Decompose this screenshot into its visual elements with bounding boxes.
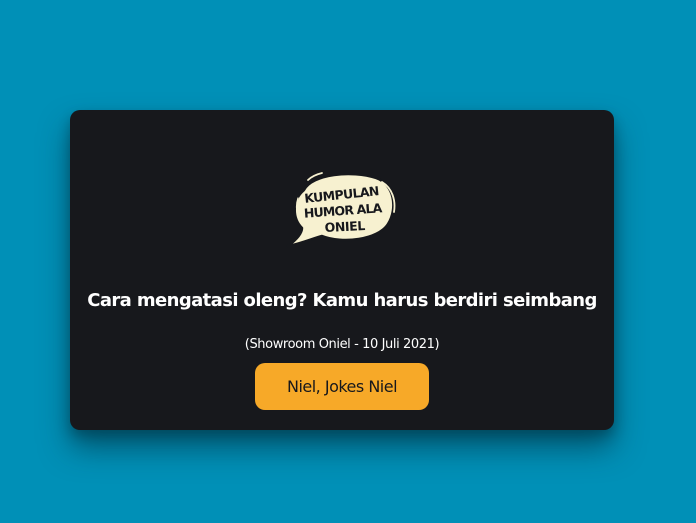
logo-line-3: ONIEL [324, 218, 365, 235]
next-joke-button[interactable]: Niel, Jokes Niel [255, 363, 429, 410]
joke-card: KUMPULAN HUMOR ALA ONIEL Cara mengatasi … [70, 110, 614, 430]
speech-bubble-icon: KUMPULAN HUMOR ALA ONIEL [282, 168, 400, 252]
joke-source: (Showroom Oniel - 10 Juli 2021) [244, 337, 440, 352]
joke-text: Cara mengatasi oleng? Kamu harus berdiri… [87, 290, 597, 311]
